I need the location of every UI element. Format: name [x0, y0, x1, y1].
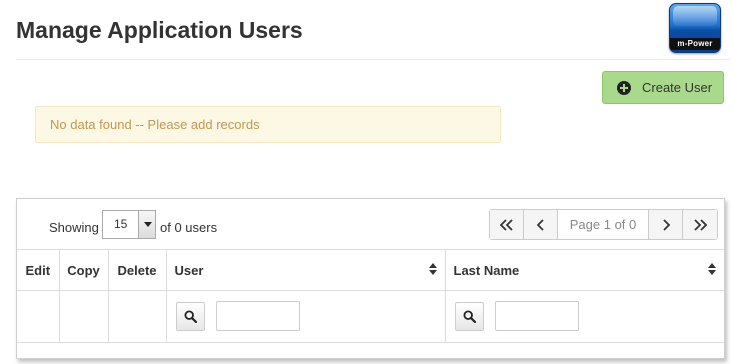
filter-row	[17, 290, 724, 343]
showing-label: Showing	[49, 220, 99, 235]
column-label: Edit	[25, 262, 51, 278]
search-icon	[462, 310, 476, 323]
filter-cell-last-name	[444, 290, 724, 343]
create-user-label: Create User	[642, 80, 713, 95]
record-count-label: of 0 users	[160, 220, 218, 235]
prev-page-button[interactable]	[524, 210, 558, 239]
column-header-copy: Copy	[58, 249, 109, 291]
caret-down-icon[interactable]	[138, 211, 155, 238]
column-header-user[interactable]: User	[165, 249, 446, 291]
search-icon	[183, 310, 197, 323]
page-title: Manage Application Users	[16, 17, 303, 43]
users-panel: Showing 15 of 0 users Page 1 of 0 Edit C…	[16, 198, 725, 359]
double-chevron-right-icon	[694, 218, 707, 231]
last-page-button[interactable]	[683, 210, 717, 239]
column-label: Last Name	[453, 262, 520, 278]
filter-cell-copy	[58, 290, 109, 343]
user-search-button[interactable]	[175, 302, 205, 331]
next-page-button[interactable]	[649, 210, 683, 239]
last-name-filter-input[interactable]	[494, 301, 579, 331]
title-divider	[16, 59, 730, 60]
double-chevron-left-icon	[499, 218, 513, 231]
plus-circle-icon	[617, 80, 631, 95]
filter-cell-user	[165, 290, 446, 343]
chevron-right-icon	[662, 218, 670, 231]
table-header-row: Edit Copy Delete User Last Name	[17, 249, 724, 291]
logo-text: m-Power	[670, 38, 720, 50]
column-header-delete: Delete	[107, 249, 167, 291]
user-filter-input[interactable]	[215, 301, 300, 331]
first-page-button[interactable]	[490, 210, 524, 239]
app-logo: m-Power	[669, 3, 721, 53]
column-header-edit: Edit	[17, 249, 60, 291]
column-header-last-name[interactable]: Last Name	[444, 249, 724, 291]
no-data-alert: No data found -- Please add records	[35, 106, 501, 143]
column-label: Copy	[67, 262, 100, 278]
last-name-search-button[interactable]	[454, 302, 484, 331]
create-user-button[interactable]: Create User	[602, 71, 724, 104]
sort-icon[interactable]	[708, 263, 716, 276]
page: Manage Application Users m-Power Create …	[0, 0, 732, 364]
pagination: Page 1 of 0	[489, 209, 718, 240]
sort-icon[interactable]	[428, 263, 437, 276]
alert-message: No data found -- Please add records	[50, 117, 260, 132]
column-label: User	[174, 262, 204, 278]
page-size-select[interactable]: 15	[102, 210, 156, 239]
column-label: Delete	[117, 262, 157, 278]
page-size-value: 15	[114, 217, 128, 231]
chevron-left-icon	[536, 218, 544, 231]
filter-cell-edit	[17, 290, 60, 343]
users-table: Edit Copy Delete User Last Name	[17, 249, 724, 343]
page-info: Page 1 of 0	[558, 210, 649, 239]
filter-cell-delete	[107, 290, 167, 343]
